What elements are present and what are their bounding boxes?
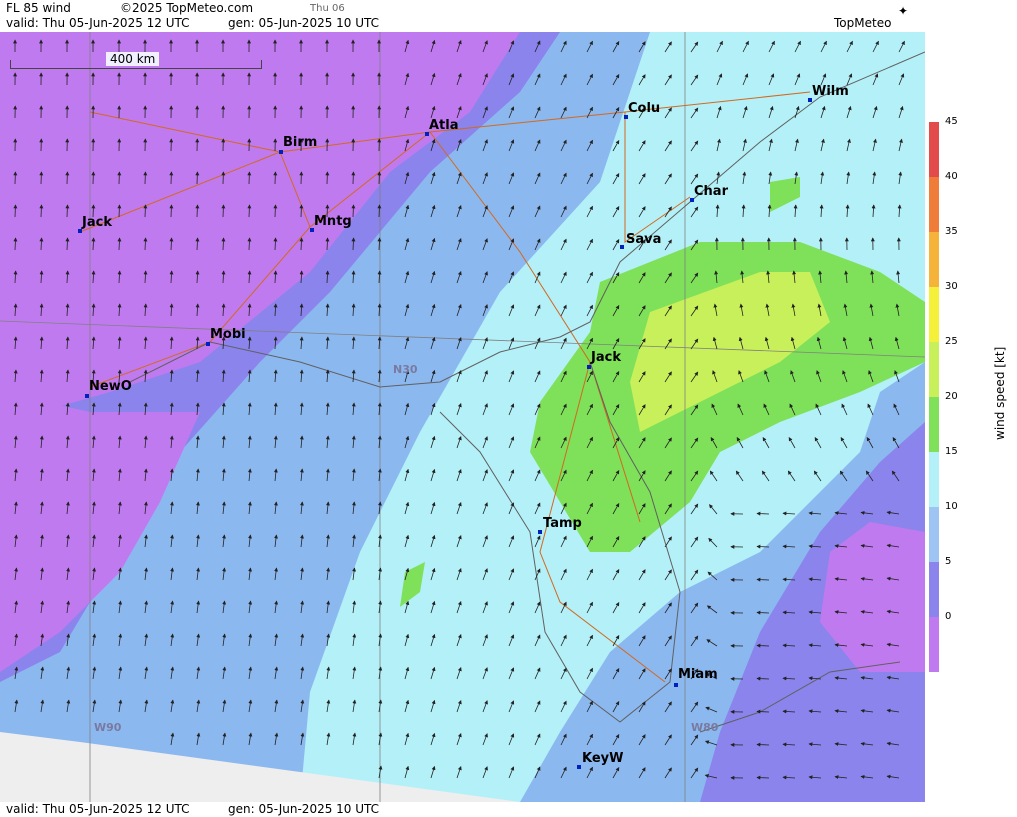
city-marker [85,394,89,398]
colorbar-tick-label: 10 [945,501,958,512]
colorbar-segment [929,617,939,672]
legend-title: wind speed [kt] [993,346,1007,440]
wind-arrow [221,204,226,218]
wind-arrow [247,204,252,218]
topmeteo-logo: TopMeteo [834,16,892,30]
wind-arrow [13,204,18,218]
wind-arrow [169,204,174,218]
city-label[interactable]: Sava [626,232,661,247]
city-label[interactable]: Wilm [812,84,849,99]
city-label[interactable]: Mobi [210,327,246,342]
city-label[interactable]: Jack [82,215,112,230]
lon-label-east: W80 [691,721,719,734]
city-label[interactable]: Char [694,184,728,199]
wind-arrow [756,742,770,747]
colorbar-tick-label: 25 [945,336,958,347]
colorbar-segment [929,397,939,452]
wind-arrow [756,775,770,780]
wind-arrow [195,204,200,218]
lon-label-west: W90 [94,721,122,734]
city-label[interactable]: Jack [591,350,621,365]
colorbar-segment [929,122,939,177]
colorbar-segment [929,287,939,342]
city-marker [674,683,678,687]
colorbar-segment [929,232,939,287]
wind-arrow [756,544,770,549]
wind-arrow [756,511,770,516]
gen-time: gen: 05-Jun-2025 10 UTC [228,16,380,30]
wind-arrow [39,204,44,218]
header-bar: FL 85 wind ©2025 TopMeteo.com Thu 06 val… [0,0,1017,32]
wind-arrow [351,204,356,218]
colorbar-segment [929,507,939,562]
wind-arrow [143,204,148,218]
wind-arrow [756,643,770,648]
city-label[interactable]: Birm [283,135,317,150]
colorbar-segment [929,177,939,232]
scale-label: 400 km [106,52,160,66]
wind-arrow [756,577,770,582]
city-label[interactable]: Atla [429,118,459,133]
product-title: FL 85 wind [6,1,71,15]
city-label[interactable]: Tamp [543,516,582,531]
city-label[interactable]: Colu [628,101,660,116]
day-tab[interactable]: Thu 06 [310,3,345,14]
footer-valid: valid: Thu 05-Jun-2025 12 UTC [6,802,190,816]
colorbar-tick-label: 30 [945,281,958,292]
wind-arrow [65,204,70,218]
city-marker [206,342,210,346]
map-canvas [0,32,925,802]
wind-arrow [117,204,122,218]
colorbar-tick-label: 5 [945,556,952,567]
city-label[interactable]: KeyW [582,751,623,766]
city-marker [577,765,581,769]
city-label[interactable]: Miam [678,667,718,682]
city-label[interactable]: Mntg [314,214,352,229]
colorbar-segment [929,452,939,507]
colorbar-tick-label: 40 [945,171,958,182]
city-label[interactable]: NewO [89,379,132,394]
colorbar-segment [929,562,939,617]
footer-bar: valid: Thu 05-Jun-2025 12 UTC gen: 05-Ju… [0,802,1017,817]
city-marker [620,245,624,249]
wind-arrow [299,204,304,218]
wind-map[interactable]: 400 km Birm Atla Colu Wilm Char Jack Mnt… [0,32,925,802]
colorbar-tick-label: 20 [945,391,958,402]
city-marker [587,365,591,369]
colorbar-tick-label: 35 [945,226,958,237]
wind-arrow [377,204,382,218]
footer-gen: gen: 05-Jun-2025 10 UTC [228,802,380,816]
wind-arrow [273,204,278,218]
colorbar-segment [929,342,939,397]
compass-star-icon: ✦ [898,4,909,18]
colorbar-tick-label: 45 [945,116,958,127]
colorbar-tick-label: 0 [945,611,952,622]
city-marker [538,530,542,534]
colorbar-tick-label: 15 [945,446,958,457]
lat-label: N30 [393,363,418,376]
wind-arrow [756,676,770,681]
wind-arrow [756,709,770,714]
copyright: ©2025 TopMeteo.com [120,1,254,15]
city-marker [279,150,283,154]
wind-arrow [756,610,770,615]
valid-time: valid: Thu 05-Jun-2025 12 UTC [6,16,190,30]
